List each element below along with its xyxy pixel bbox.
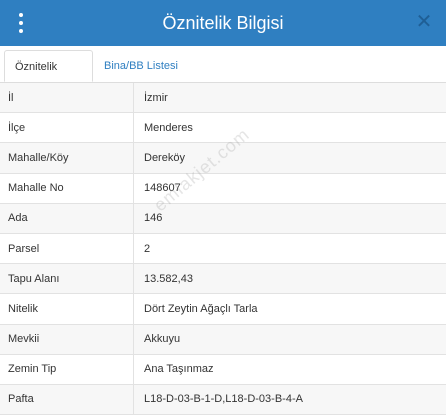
row-label: Mevkii [0, 324, 134, 354]
table-row: İlçe Menderes [0, 113, 446, 144]
row-value: Akkuyu [144, 333, 181, 346]
table-row: İl İzmir [0, 83, 446, 114]
attribute-table: İl İzmir İlçe Menderes Mahalle/Köy Derek… [0, 83, 446, 415]
row-value: L18-D-03-B-1-D,L18-D-03-B-4-A [144, 393, 303, 406]
row-value: 2 [144, 242, 151, 255]
tab-oznitelik-bilgisi[interactable]: Öznitelik Bilgisi [4, 50, 93, 105]
row-label: Tapu Alanı [0, 264, 134, 294]
row-label: Parsel [0, 233, 134, 264]
tab-bar: Öznitelik Bilgisi Bina/BB Listesi [0, 46, 446, 105]
row-label: Ada [0, 203, 134, 233]
table-row: Zemin Tip Ana Taşınmaz [0, 354, 446, 385]
row-value: 146 [144, 212, 163, 225]
row-value: İzmir [144, 91, 168, 104]
row-value: Dereköy [144, 151, 185, 164]
row-value: Dört Zeytin Ağaçlı Tarla [144, 302, 258, 315]
table-row: Ada 146 [0, 203, 446, 234]
table-row: Parsel 2 [0, 233, 446, 265]
row-value: 13.582,43 [144, 272, 193, 285]
close-icon[interactable]: ✕ [414, 12, 434, 32]
row-label: Mahalle/Köy [0, 143, 134, 173]
table-row: Mahalle No 148607 [0, 173, 446, 204]
dialog-header: Öznitelik Bilgisi ✕ [0, 0, 446, 46]
row-value: Menderes [144, 121, 193, 134]
table-row: Mahalle/Köy Dereköy [0, 143, 446, 174]
table-row: Pafta L18-D-03-B-1-D,L18-D-03-B-4-A [0, 384, 446, 415]
table-row: Tapu Alanı 13.582,43 [0, 264, 446, 295]
row-value: Ana Taşınmaz [144, 363, 214, 376]
table-row: Nitelik Dört Zeytin Ağaçlı Tarla [0, 294, 446, 325]
row-label: Pafta [0, 384, 134, 415]
row-label: Nitelik [0, 294, 134, 324]
table-row: Mevkii Akkuyu [0, 324, 446, 355]
row-label: İlçe [0, 113, 134, 143]
dialog-title: Öznitelik Bilgisi [162, 13, 284, 33]
row-label: İl [0, 83, 134, 113]
row-label: Zemin Tip [0, 354, 134, 384]
tab-bina-bb-listesi[interactable]: Bina/BB Listesi [94, 50, 188, 82]
row-label: Mahalle No [0, 173, 134, 203]
row-value: 148607 [144, 182, 181, 195]
